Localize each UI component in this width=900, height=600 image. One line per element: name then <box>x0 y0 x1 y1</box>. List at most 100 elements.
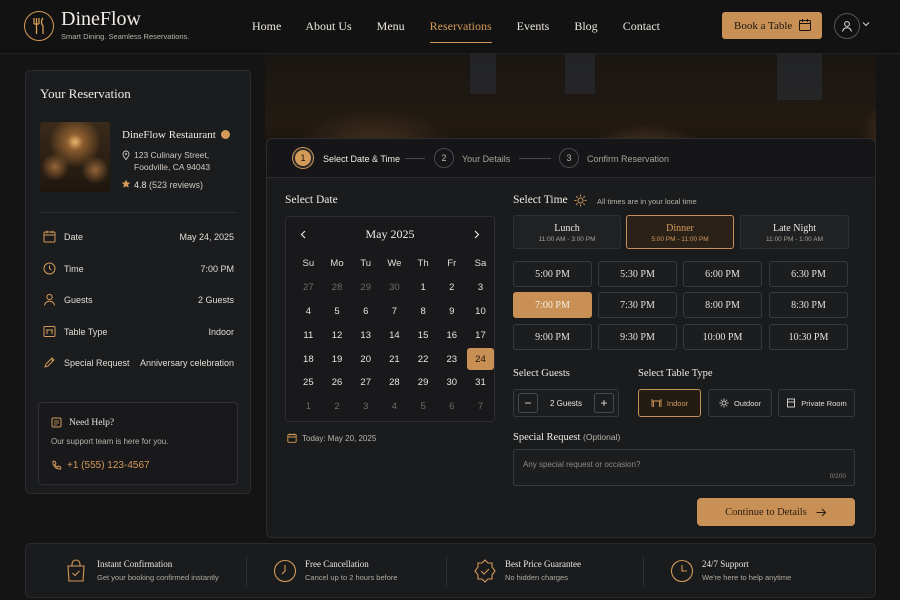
calendar-day[interactable]: 4 <box>294 300 323 324</box>
calendar-day[interactable]: 1 <box>409 276 438 300</box>
brand-tagline: Smart Dining. Seamless Reservations. <box>61 32 190 41</box>
support-phone-link[interactable]: +1 (555) 123-4567 <box>67 460 150 471</box>
brand-name[interactable]: DineFlow <box>61 8 141 31</box>
calendar-day[interactable]: 28 <box>380 371 409 395</box>
calendar-day[interactable]: 15 <box>409 323 438 347</box>
calendar-day[interactable]: 29 <box>351 276 380 300</box>
calendar-day[interactable]: 16 <box>437 323 466 347</box>
book-table-button[interactable]: Book a Table <box>722 12 822 39</box>
weekday-header: Sa <box>474 258 487 270</box>
calendar-day[interactable]: 3 <box>466 276 495 300</box>
time-slot[interactable]: 10:00 PM <box>683 324 762 350</box>
special-request-field[interactable]: 0/200 <box>513 449 855 486</box>
calendar-day[interactable]: 5 <box>323 300 352 324</box>
time-slot[interactable]: 9:00 PM <box>513 324 592 350</box>
detail-value: Indoor <box>208 327 234 337</box>
calendar-day[interactable]: 31 <box>466 371 495 395</box>
calendar-day[interactable]: 18 <box>294 347 323 371</box>
increase-guests-button[interactable]: + <box>594 393 614 413</box>
calendar-day[interactable]: 27 <box>294 276 323 300</box>
step-3-indicator: 3 <box>559 148 579 168</box>
calendar-day[interactable]: 7 <box>380 300 409 324</box>
calendar-day[interactable]: 30 <box>380 276 409 300</box>
location-pin-icon <box>122 150 130 160</box>
calendar-day[interactable]: 1 <box>294 395 323 419</box>
calendar-day[interactable]: 29 <box>409 371 438 395</box>
continue-to-details-button[interactable]: Continue to Details <box>697 498 855 526</box>
sun-icon <box>574 194 587 207</box>
meal-tab-dinner[interactable]: Dinner 5:00 PM - 11:00 PM <box>626 215 734 249</box>
time-slot[interactable]: 5:00 PM <box>513 261 592 287</box>
calendar-day[interactable]: 28 <box>323 276 352 300</box>
calendar-day[interactable]: 14 <box>380 323 409 347</box>
calendar-day[interactable]: 9 <box>437 300 466 324</box>
detail-date: Date May 24, 2025 <box>26 230 250 244</box>
time-slot[interactable]: 6:30 PM <box>769 261 848 287</box>
meal-tab-lunch[interactable]: Lunch 11:00 AM - 3:00 PM <box>513 215 621 249</box>
calendar-day[interactable]: 21 <box>380 347 409 371</box>
calendar-day[interactable]: 30 <box>437 371 466 395</box>
step-2-indicator: 2 <box>434 148 454 168</box>
time-slot[interactable]: 8:30 PM <box>769 292 848 318</box>
calendar-day[interactable]: 22 <box>409 347 438 371</box>
divider <box>246 556 247 587</box>
calendar-day-selected[interactable]: 24 <box>467 348 494 370</box>
calendar-day[interactable]: 8 <box>409 300 438 324</box>
address-line2: Foodville, CA 94043 <box>134 162 211 172</box>
restaurant-image <box>40 122 110 192</box>
user-avatar[interactable] <box>834 13 860 39</box>
time-slot[interactable]: 8:00 PM <box>683 292 762 318</box>
chevron-down-icon[interactable] <box>862 21 870 27</box>
time-slot[interactable]: 9:30 PM <box>598 324 677 350</box>
time-slot[interactable]: 10:30 PM <box>769 324 848 350</box>
char-counter: 0/200 <box>829 473 846 480</box>
calendar-day[interactable]: 19 <box>323 347 352 371</box>
calendar-day[interactable]: 10 <box>466 300 495 324</box>
calendar-day[interactable]: 25 <box>294 371 323 395</box>
calendar-day[interactable]: 11 <box>294 323 323 347</box>
calendar-day[interactable]: 26 <box>323 371 352 395</box>
calendar-day[interactable]: 2 <box>323 395 352 419</box>
restaurant-rating: 4.8 (523 reviews) <box>134 180 203 190</box>
time-slot[interactable]: 7:30 PM <box>598 292 677 318</box>
nav-contact[interactable]: Contact <box>623 19 660 34</box>
time-slot[interactable]: 6:00 PM <box>683 261 762 287</box>
nav-events[interactable]: Events <box>517 19 550 34</box>
time-slot[interactable]: 7:00 PM <box>513 292 592 318</box>
time-slot[interactable]: 5:30 PM <box>598 261 677 287</box>
detail-value: May 24, 2025 <box>179 232 234 242</box>
select-guests-title: Select Guests <box>513 368 570 379</box>
table-option-outdoor[interactable]: Outdoor <box>708 389 772 417</box>
booking-panel: 1 Select Date & Time 2 Your Details 3 Co… <box>266 138 876 538</box>
calendar-day[interactable]: 23 <box>437 347 466 371</box>
phone-icon <box>51 460 62 471</box>
nav-blog[interactable]: Blog <box>574 19 597 34</box>
calendar-day[interactable]: 2 <box>437 276 466 300</box>
calendar-day[interactable]: 20 <box>351 347 380 371</box>
special-request-label: Special Request <box>513 432 581 443</box>
calendar-day[interactable]: 4 <box>380 395 409 419</box>
weekday-header: Mo <box>330 258 344 270</box>
nav-menu[interactable]: Menu <box>377 19 405 34</box>
logo-icon[interactable] <box>24 11 54 41</box>
calendar-day[interactable]: 5 <box>409 395 438 419</box>
calendar-day[interactable]: 6 <box>437 395 466 419</box>
calendar-day[interactable]: 6 <box>351 300 380 324</box>
nav-reservations[interactable]: Reservations <box>429 19 492 43</box>
meal-tab-late-night[interactable]: Late Night 11:00 PM - 1:00 AM <box>740 215 849 249</box>
table-option-indoor[interactable]: Indoor <box>638 389 701 417</box>
nav-home[interactable]: Home <box>252 19 281 34</box>
calendar-day[interactable]: 13 <box>351 323 380 347</box>
calendar-day[interactable]: 17 <box>466 323 495 347</box>
table-option-private-room[interactable]: Private Room <box>778 389 855 417</box>
calendar-day[interactable]: 27 <box>351 371 380 395</box>
restaurant-address: 123 Culinary Street, Foodville, CA 94043 <box>134 149 210 173</box>
calendar-day[interactable]: 7 <box>466 395 495 419</box>
nav-about-us[interactable]: About Us <box>305 19 351 34</box>
help-title: Need Help? <box>69 418 115 428</box>
special-request-input[interactable] <box>523 460 823 469</box>
calendar-day[interactable]: 3 <box>351 395 380 419</box>
calendar-day[interactable]: 12 <box>323 323 352 347</box>
guests-stepper: − 2 Guests + <box>513 389 619 417</box>
next-month-button[interactable] <box>474 230 480 239</box>
